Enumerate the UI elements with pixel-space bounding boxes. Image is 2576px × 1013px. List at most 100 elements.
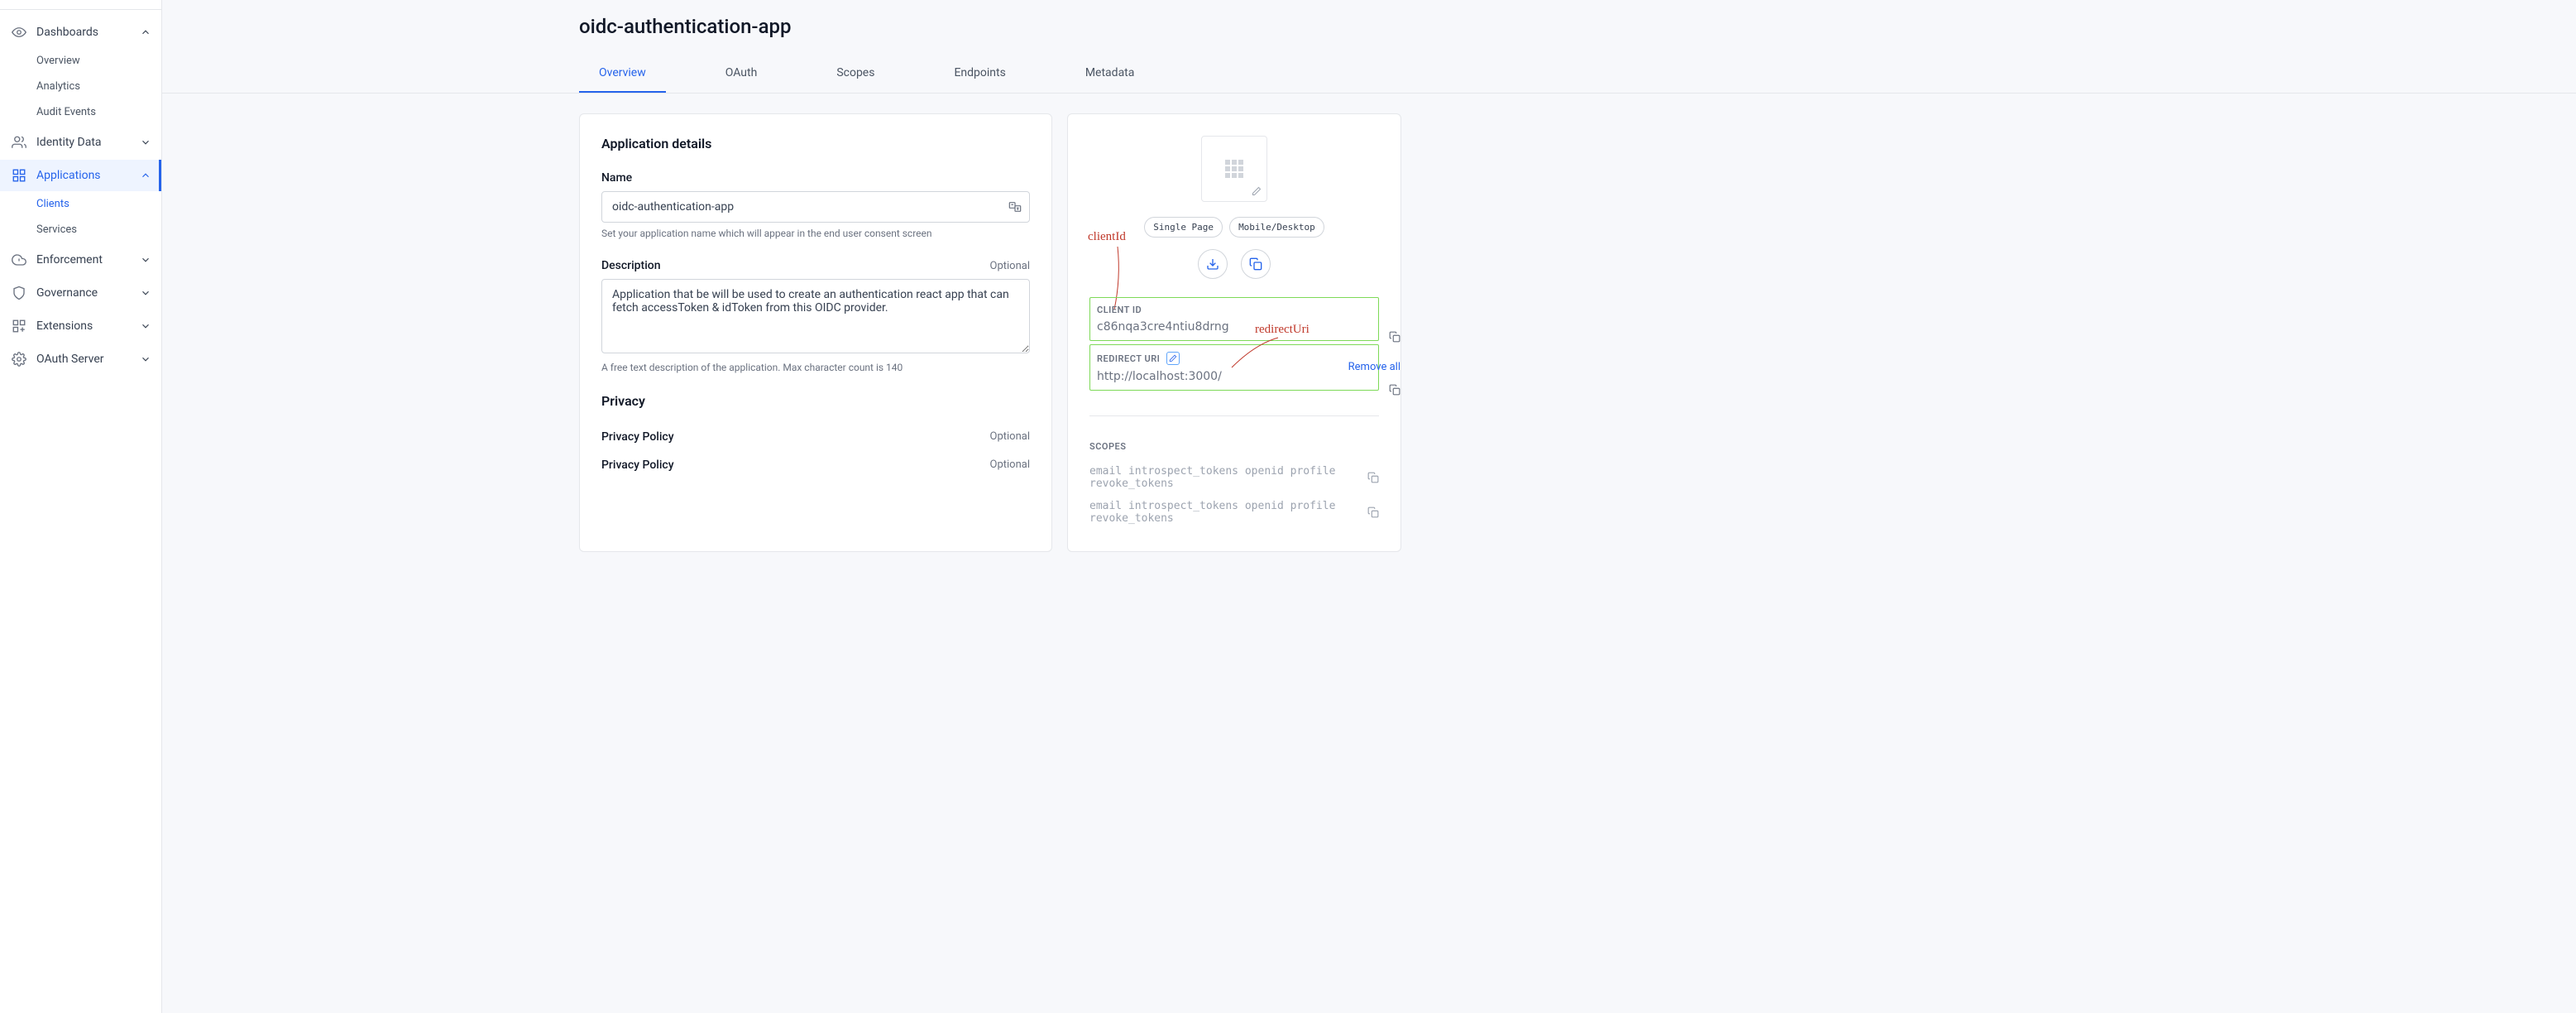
privacy-row-1: Privacy Policy Optional [601, 425, 1030, 454]
nav-label: OAuth Server [36, 353, 104, 366]
field-name: Name Set your application name which wil… [601, 171, 1030, 239]
copy-scopes-icon[interactable] [1367, 472, 1379, 483]
nav-group-governance: Governance [0, 277, 161, 309]
nav-head-enforcement[interactable]: Enforcement [0, 244, 161, 276]
name-help: Set your application name which will app… [601, 228, 1030, 239]
eye-icon [10, 25, 28, 40]
gear-icon [10, 352, 28, 367]
nav-head-dashboards[interactable]: Dashboards [0, 17, 161, 48]
description-label: Description [601, 259, 661, 272]
nav-item-services[interactable]: Services [36, 217, 161, 242]
chevron-up-icon [140, 170, 151, 181]
nav-item-clients[interactable]: Clients [36, 191, 161, 217]
privacy-policy-optional: Optional [990, 458, 1030, 472]
edit-redirect-uri-button[interactable] [1166, 352, 1180, 365]
nav-sub-dashboards: Overview Analytics Audit Events [0, 48, 161, 125]
scopes-line-2: email introspect_tokens openid profile r… [1089, 495, 1379, 530]
app-icon-grid [1225, 160, 1243, 178]
tab-oauth[interactable]: OAuth [706, 55, 778, 93]
nav-label: Identity Data [36, 136, 102, 149]
pill-single-page: Single Page [1144, 217, 1223, 238]
nav-head-identity[interactable]: Identity Data [0, 127, 161, 158]
description-help: A free text description of the applicati… [601, 362, 1030, 373]
name-label: Name [601, 171, 632, 185]
chevron-down-icon [140, 287, 151, 299]
nav-head-applications[interactable]: Applications [0, 160, 161, 191]
name-input[interactable] [601, 191, 1030, 223]
redirect-uri-value: http://localhost:3000/ [1097, 370, 1372, 383]
copy-redirect-uri-icon[interactable] [1389, 384, 1401, 396]
scopes-label: SCOPES [1089, 441, 1379, 452]
page-title: oidc-authentication-app [162, 0, 2576, 55]
tab-scopes[interactable]: Scopes [816, 55, 894, 93]
pencil-icon[interactable] [1252, 186, 1263, 198]
copy-scopes-icon[interactable] [1367, 506, 1379, 518]
details-heading: Application details [601, 136, 1030, 151]
pill-mobile-desktop: Mobile/Desktop [1229, 217, 1324, 238]
scopes-text: email introspect_tokens openid profile r… [1089, 465, 1367, 490]
download-button[interactable] [1198, 249, 1228, 279]
content-row: Application details Name Set your applic… [162, 94, 2576, 552]
remove-all-link[interactable]: Remove all [1348, 361, 1401, 373]
scopes-text: email introspect_tokens openid profile r… [1089, 500, 1367, 525]
nav-head-oauth-server[interactable]: OAuth Server [0, 343, 161, 375]
nav-label: Applications [36, 169, 101, 182]
copy-button[interactable] [1241, 249, 1271, 279]
grid-plus-icon [10, 319, 28, 334]
nav-group-dashboards: Dashboards Overview Analytics Audit Even… [0, 17, 161, 125]
cloud-alert-icon [10, 252, 28, 267]
nav-item-analytics[interactable]: Analytics [36, 74, 161, 99]
tab-metadata[interactable]: Metadata [1065, 55, 1155, 93]
app-icon-placeholder[interactable] [1201, 136, 1267, 202]
nav-item-overview[interactable]: Overview [36, 48, 161, 74]
copy-client-id-icon[interactable] [1389, 331, 1401, 343]
privacy-policy-optional: Optional [990, 430, 1030, 444]
field-description: Description Optional A free text descrip… [601, 259, 1030, 373]
divider [1089, 415, 1379, 416]
translate-icon[interactable] [1008, 200, 1022, 214]
client-id-highlight: CLIENT ID c86nqa3cre4ntiu8drng [1089, 297, 1379, 341]
main-content: oidc-authentication-app Overview OAuth S… [162, 0, 2576, 1013]
tab-overview[interactable]: Overview [579, 55, 666, 93]
nav-label: Dashboards [36, 26, 98, 39]
redirect-uri-label: REDIRECT URI [1097, 353, 1160, 364]
shield-icon [10, 286, 28, 300]
summary-card: Single Page Mobile/Desktop clientId [1067, 113, 1401, 552]
client-id-block: CLIENT ID c86nqa3cre4ntiu8drng [1097, 305, 1372, 334]
grid-icon [10, 168, 28, 183]
users-icon [10, 135, 28, 150]
scopes-line-1: email introspect_tokens openid profile r… [1089, 460, 1379, 495]
chevron-down-icon [140, 254, 151, 266]
nav-label: Governance [36, 286, 98, 300]
tab-bar: Overview OAuth Scopes Endpoints Metadata [162, 55, 2576, 94]
nav-group-oauth-server: OAuth Server [0, 343, 161, 375]
chevron-down-icon [140, 137, 151, 148]
nav-group-enforcement: Enforcement [0, 244, 161, 276]
redirect-uri-block: REDIRECT URI http://localhost:3000/ [1097, 352, 1372, 383]
nav-label: Extensions [36, 319, 93, 333]
chevron-up-icon [140, 26, 151, 38]
description-optional: Optional [990, 260, 1030, 272]
privacy-row-2: Privacy Policy Optional [601, 454, 1030, 482]
nav-head-governance[interactable]: Governance [0, 277, 161, 309]
privacy-policy-label: Privacy Policy [601, 430, 674, 444]
chevron-down-icon [140, 320, 151, 332]
nav-sub-applications: Clients Services [0, 191, 161, 242]
privacy-heading: Privacy [601, 393, 1030, 409]
description-textarea[interactable] [601, 279, 1030, 353]
sidebar: Dashboards Overview Analytics Audit Even… [0, 0, 162, 1013]
client-id-value: c86nqa3cre4ntiu8drng [1097, 320, 1372, 334]
nav-group-extensions: Extensions [0, 310, 161, 342]
nav-item-audit-events[interactable]: Audit Events [36, 99, 161, 125]
client-id-label: CLIENT ID [1097, 305, 1142, 315]
chevron-down-icon [140, 353, 151, 365]
nav-head-extensions[interactable]: Extensions [0, 310, 161, 342]
nav-group-applications: Applications Clients Services [0, 160, 161, 242]
application-details-card: Application details Name Set your applic… [579, 113, 1052, 552]
nav-group-identity: Identity Data [0, 127, 161, 158]
nav-label: Enforcement [36, 253, 103, 266]
tab-endpoints[interactable]: Endpoints [934, 55, 1025, 93]
privacy-policy-label: Privacy Policy [601, 458, 674, 472]
sidebar-top-divider [0, 3, 161, 10]
app-type-pills: Single Page Mobile/Desktop [1089, 217, 1379, 238]
